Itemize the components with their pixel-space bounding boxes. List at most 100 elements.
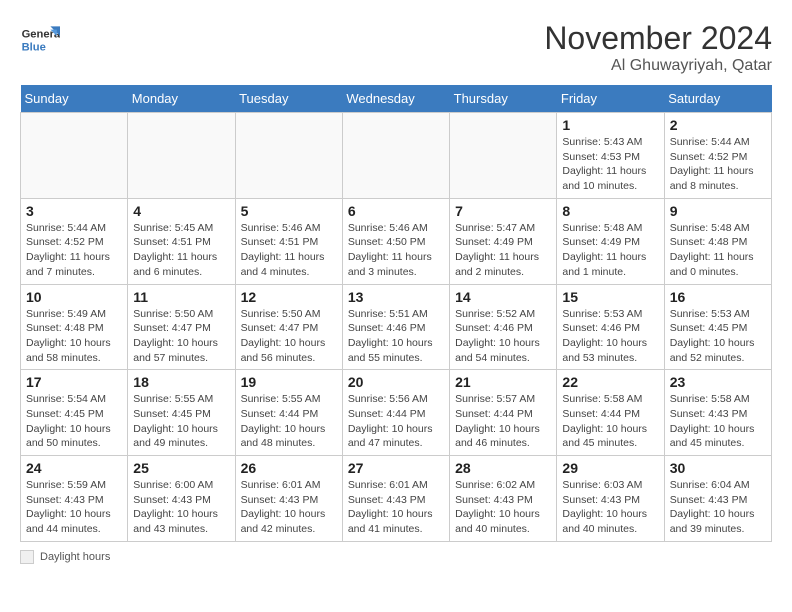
day-info: Sunrise: 5:55 AM Sunset: 4:45 PM Dayligh… [133,392,229,451]
calendar-day-header: Tuesday [235,85,342,113]
day-info: Sunrise: 5:59 AM Sunset: 4:43 PM Dayligh… [26,478,122,537]
calendar-cell: 11 Sunrise: 5:50 AM Sunset: 4:47 PM Dayli… [128,284,235,370]
day-number: 9 [670,203,766,219]
day-number: 15 [562,289,658,305]
day-info: Sunrise: 5:45 AM Sunset: 4:51 PM Dayligh… [133,221,229,280]
calendar-cell: 6 Sunrise: 5:46 AM Sunset: 4:50 PM Daylig… [342,198,449,284]
day-number: 2 [670,117,766,133]
calendar-cell: 24 Sunrise: 5:59 AM Sunset: 4:43 PM Dayli… [21,456,128,542]
day-number: 29 [562,460,658,476]
calendar-week-row: 3 Sunrise: 5:44 AM Sunset: 4:52 PM Daylig… [21,198,772,284]
day-number: 8 [562,203,658,219]
calendar-cell: 20 Sunrise: 5:56 AM Sunset: 4:44 PM Dayli… [342,370,449,456]
day-info: Sunrise: 5:50 AM Sunset: 4:47 PM Dayligh… [133,307,229,366]
calendar-cell: 27 Sunrise: 6:01 AM Sunset: 4:43 PM Dayli… [342,456,449,542]
calendar-table: SundayMondayTuesdayWednesdayThursdayFrid… [20,85,772,542]
day-number: 25 [133,460,229,476]
calendar-header-row: SundayMondayTuesdayWednesdayThursdayFrid… [21,85,772,113]
day-number: 20 [348,374,444,390]
calendar-day-header: Sunday [21,85,128,113]
calendar-cell [450,113,557,199]
calendar-cell: 28 Sunrise: 6:02 AM Sunset: 4:43 PM Dayli… [450,456,557,542]
day-number: 11 [133,289,229,305]
calendar-cell [235,113,342,199]
day-number: 30 [670,460,766,476]
day-number: 17 [26,374,122,390]
day-info: Sunrise: 5:47 AM Sunset: 4:49 PM Dayligh… [455,221,551,280]
day-info: Sunrise: 5:46 AM Sunset: 4:50 PM Dayligh… [348,221,444,280]
svg-text:Blue: Blue [22,41,46,53]
day-number: 13 [348,289,444,305]
day-info: Sunrise: 5:56 AM Sunset: 4:44 PM Dayligh… [348,392,444,451]
month-title: November 2024 [544,20,772,57]
day-number: 26 [241,460,337,476]
day-number: 14 [455,289,551,305]
calendar-cell: 5Sunrise: 5:46 AM Sunset: 4:51 PM Daylig… [235,198,342,284]
day-info: Sunrise: 5:50 AM Sunset: 4:47 PM Dayligh… [241,307,337,366]
calendar-cell: 1Sunrise: 5:43 AM Sunset: 4:53 PM Daylig… [557,113,664,199]
calendar-day-header: Friday [557,85,664,113]
day-info: Sunrise: 6:01 AM Sunset: 4:43 PM Dayligh… [348,478,444,537]
daylight-label: Daylight hours [40,551,110,563]
day-info: Sunrise: 5:48 AM Sunset: 4:49 PM Dayligh… [562,221,658,280]
day-number: 3 [26,203,122,219]
calendar-cell: 13 Sunrise: 5:51 AM Sunset: 4:46 PM Dayli… [342,284,449,370]
calendar-day-header: Monday [128,85,235,113]
day-info: Sunrise: 5:57 AM Sunset: 4:44 PM Dayligh… [455,392,551,451]
day-info: Sunrise: 5:53 AM Sunset: 4:45 PM Dayligh… [670,307,766,366]
calendar-day-header: Thursday [450,85,557,113]
day-number: 21 [455,374,551,390]
calendar-cell: 10Sunrise: 5:49 AM Sunset: 4:48 PM Dayli… [21,284,128,370]
day-number: 12 [241,289,337,305]
day-info: Sunrise: 6:04 AM Sunset: 4:43 PM Dayligh… [670,478,766,537]
day-number: 18 [133,374,229,390]
calendar-cell: 21 Sunrise: 5:57 AM Sunset: 4:44 PM Dayli… [450,370,557,456]
calendar-cell: 9Sunrise: 5:48 AM Sunset: 4:48 PM Daylig… [664,198,771,284]
calendar-cell: 16 Sunrise: 5:53 AM Sunset: 4:45 PM Dayli… [664,284,771,370]
logo-icon: General Blue [20,20,60,60]
calendar-cell: 25Sunrise: 6:00 AM Sunset: 4:43 PM Dayli… [128,456,235,542]
logo: General Blue [20,20,60,60]
calendar-cell: 15 Sunrise: 5:53 AM Sunset: 4:46 PM Dayli… [557,284,664,370]
day-number: 27 [348,460,444,476]
day-info: Sunrise: 5:58 AM Sunset: 4:43 PM Dayligh… [670,392,766,451]
day-info: Sunrise: 5:49 AM Sunset: 4:48 PM Dayligh… [26,307,122,366]
day-info: Sunrise: 6:02 AM Sunset: 4:43 PM Dayligh… [455,478,551,537]
day-info: Sunrise: 5:51 AM Sunset: 4:46 PM Dayligh… [348,307,444,366]
page-header: General Blue November 2024 Al Ghuwayriya… [20,20,772,75]
calendar-cell: 26 Sunrise: 6:01 AM Sunset: 4:43 PM Dayli… [235,456,342,542]
calendar-cell: 14 Sunrise: 5:52 AM Sunset: 4:46 PM Dayli… [450,284,557,370]
daylight-box [20,550,34,564]
calendar-day-header: Wednesday [342,85,449,113]
calendar-week-row: 17 Sunrise: 5:54 AM Sunset: 4:45 PM Dayli… [21,370,772,456]
calendar-cell: 19Sunrise: 5:55 AM Sunset: 4:44 PM Dayli… [235,370,342,456]
day-number: 6 [348,203,444,219]
calendar-day-header: Saturday [664,85,771,113]
day-info: Sunrise: 6:03 AM Sunset: 4:43 PM Dayligh… [562,478,658,537]
day-number: 22 [562,374,658,390]
calendar-week-row: 1Sunrise: 5:43 AM Sunset: 4:53 PM Daylig… [21,113,772,199]
day-number: 28 [455,460,551,476]
day-info: Sunrise: 5:52 AM Sunset: 4:46 PM Dayligh… [455,307,551,366]
day-number: 5 [241,203,337,219]
location-subtitle: Al Ghuwayriyah, Qatar [544,57,772,75]
calendar-cell: 29 Sunrise: 6:03 AM Sunset: 4:43 PM Dayli… [557,456,664,542]
calendar-cell: 18 Sunrise: 5:55 AM Sunset: 4:45 PM Dayli… [128,370,235,456]
day-info: Sunrise: 5:44 AM Sunset: 4:52 PM Dayligh… [26,221,122,280]
calendar-cell [342,113,449,199]
day-number: 24 [26,460,122,476]
day-number: 23 [670,374,766,390]
calendar-cell: 8 Sunrise: 5:48 AM Sunset: 4:49 PM Daylig… [557,198,664,284]
calendar-cell: 22Sunrise: 5:58 AM Sunset: 4:44 PM Dayli… [557,370,664,456]
calendar-cell: 12 Sunrise: 5:50 AM Sunset: 4:47 PM Dayli… [235,284,342,370]
day-info: Sunrise: 5:54 AM Sunset: 4:45 PM Dayligh… [26,392,122,451]
calendar-cell [128,113,235,199]
day-info: Sunrise: 5:44 AM Sunset: 4:52 PM Dayligh… [670,135,766,194]
calendar-cell [21,113,128,199]
day-number: 16 [670,289,766,305]
calendar-week-row: 24 Sunrise: 5:59 AM Sunset: 4:43 PM Dayli… [21,456,772,542]
calendar-cell: 2 Sunrise: 5:44 AM Sunset: 4:52 PM Daylig… [664,113,771,199]
day-info: Sunrise: 6:01 AM Sunset: 4:43 PM Dayligh… [241,478,337,537]
calendar-cell: 4Sunrise: 5:45 AM Sunset: 4:51 PM Daylig… [128,198,235,284]
day-info: Sunrise: 5:53 AM Sunset: 4:46 PM Dayligh… [562,307,658,366]
